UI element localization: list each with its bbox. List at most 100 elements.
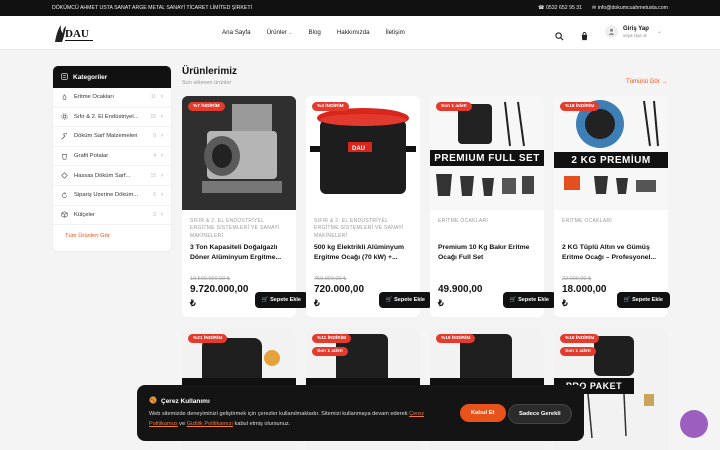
product-card[interactable]: %18 İNDİRİM 2 KG PREMİUM ERİTME OCAKLARI… bbox=[554, 96, 670, 317]
product-image[interactable]: %4 İNDİRİM DAU bbox=[306, 96, 420, 210]
search-icon[interactable] bbox=[555, 28, 564, 46]
chat-widget-button[interactable] bbox=[680, 410, 708, 438]
chevron-down-icon: ⌄ bbox=[656, 29, 662, 35]
product-image[interactable]: Son 1 adet! PREMIUM FULL SET bbox=[430, 96, 544, 210]
phone-icon: ☎ bbox=[538, 5, 546, 11]
arrow-right-icon: → bbox=[659, 79, 668, 85]
main-nav: Ana Sayfa Ürünler ⌄ Blog Hakkımızda İlet… bbox=[222, 29, 405, 36]
stock-badge: Son 1 adet! bbox=[436, 102, 472, 111]
discount-badge: %18 İNDİRİM bbox=[560, 102, 600, 111]
sidebar-title: Kategoriler bbox=[73, 73, 108, 81]
product-image-label: 2 KG PREMİUM bbox=[554, 152, 668, 168]
sidebar-item-label: Sipariş Üzerine Döküm... bbox=[74, 192, 139, 199]
company-name: DÖKÜMCÜ AHMET USTA SANAT ARGE METAL SANA… bbox=[52, 5, 252, 11]
section-title: Ürünlerimiz bbox=[182, 66, 238, 77]
add-to-cart-button[interactable]: 🛒 Sepete Ekle bbox=[378, 292, 432, 308]
nav-blog[interactable]: Blog bbox=[308, 29, 320, 36]
email-contact[interactable]: ✉ info@dokumcuahmetusta.com bbox=[592, 5, 668, 11]
add-to-cart-label: Sepete Ekle bbox=[518, 297, 549, 303]
cart-icon[interactable] bbox=[580, 28, 589, 46]
product-image-label: PREMIUM FULL SET bbox=[430, 150, 544, 166]
sidebar-item-hassas[interactable]: Hassas Döküm Sarf... 15 › bbox=[53, 166, 171, 186]
sidebar-item-grafit[interactable]: Grafit Potalar 4 › bbox=[53, 147, 171, 167]
sidebar-item-label: Döküm Sarf Malzemeleri bbox=[74, 133, 138, 140]
product-name[interactable]: 500 kg Elektrikli Alüminyum Ergitme Ocağ… bbox=[306, 241, 420, 265]
sidebar-item-count: 11 bbox=[150, 94, 156, 101]
product-name[interactable]: 3 Ton Kapasiteli Doğalgazlı Döner Alümin… bbox=[182, 241, 296, 265]
sidebar-item-endustriyel[interactable]: Sıfır & 2. El Endüstriyel... 15 › bbox=[53, 108, 171, 128]
old-price: 22.000,00 ₺ bbox=[562, 276, 592, 282]
product-card[interactable]: %4 İNDİRİM DAU SIFIR & 2. EL ENDÜSTRİYEL… bbox=[306, 96, 432, 317]
product-name[interactable]: Premium 10 Kg Bakır Eritme Ocağı Full Se… bbox=[430, 241, 544, 265]
site-logo[interactable]: DAU bbox=[52, 20, 96, 46]
phone-number: 0532 652 95 31 bbox=[545, 5, 583, 11]
user-icon bbox=[605, 25, 618, 38]
gear-icon bbox=[61, 113, 68, 121]
phone-contact[interactable]: ☎ 0532 652 95 31 bbox=[538, 5, 582, 11]
sidebar-item-eritme-ocaklari[interactable]: Eritme Ocakları 11 › bbox=[53, 88, 171, 108]
privacy-policy-link[interactable]: Gizlilik Politikamızı bbox=[187, 421, 233, 427]
add-to-cart-button[interactable]: 🛒 Sepete Ekle bbox=[616, 292, 670, 308]
sidebar-header: Kategoriler bbox=[53, 66, 171, 88]
sidebar-item-count: 4 bbox=[153, 153, 156, 160]
necessary-cookies-button[interactable]: Sadece Gerekli bbox=[508, 404, 572, 424]
product-category[interactable]: SIFIR & 2. EL ENDÜSTRİYEL ERGİTME SİSTEM… bbox=[306, 210, 420, 241]
add-to-cart-label: Sepete Ekle bbox=[270, 297, 301, 303]
add-to-cart-button[interactable]: 🛒 Sepete Ekle bbox=[502, 292, 556, 308]
sidebar-item-label: Sıfır & 2. El Endüstriyel... bbox=[74, 113, 139, 120]
electric-furnace-image: DAU bbox=[306, 96, 420, 210]
product-category[interactable]: ERİTME OCAKLARI bbox=[554, 210, 668, 241]
all-products-link[interactable]: Tüm Ürünleri Gör bbox=[53, 225, 171, 247]
sidebar-item-count: 8 bbox=[153, 133, 156, 140]
stock-badge: Son 1 adet! bbox=[312, 347, 348, 356]
category-sidebar: Kategoriler Eritme Ocakları 11 › Sıfır &… bbox=[52, 65, 172, 252]
cookie-text-1: Web sitemizde deneyiminizi geliştirmek i… bbox=[149, 411, 408, 417]
cookie-icon bbox=[149, 396, 157, 406]
old-price bbox=[430, 265, 544, 283]
cart-icon: 🛒 bbox=[623, 297, 633, 303]
product-name[interactable]: 2 KG Tüplü Altın ve Gümüş Eritme Ocağı –… bbox=[554, 241, 668, 265]
chevron-right-icon: › bbox=[161, 172, 163, 179]
sidebar-item-sarf[interactable]: Döküm Sarf Malzemeleri 8 › bbox=[53, 127, 171, 147]
nav-contact[interactable]: İletişim bbox=[386, 29, 405, 36]
top-bar: DÖKÜMCÜ AHMET USTA SANAT ARGE METAL SANA… bbox=[0, 0, 720, 16]
section-subtitle: Son eklenen ürünler bbox=[182, 80, 232, 86]
discount-badge: %21 İNDİRİM bbox=[188, 334, 228, 343]
login-title: Giriş Yap bbox=[623, 25, 649, 32]
cookie-title-row: Çerez Kullanımı bbox=[149, 396, 210, 406]
sidebar-item-label: Hassas Döküm Sarf... bbox=[74, 172, 131, 179]
cart-icon: 🛒 bbox=[261, 297, 271, 303]
logo-text: DAU bbox=[65, 28, 89, 40]
product-image[interactable]: %18 İNDİRİM 2 KG PREMİUM bbox=[554, 96, 668, 210]
discount-badge: %11 İNDİRİM bbox=[312, 334, 352, 343]
product-card[interactable]: %7 İNDİRİM SIFIR & 2. EL ENDÜSTRİYEL ERG… bbox=[182, 96, 308, 317]
login-menu[interactable]: Giriş Yap veya Üye ol ⌄ bbox=[605, 25, 662, 38]
sidebar-item-siparis[interactable]: Sipariş Üzerine Döküm... 6 › bbox=[53, 186, 171, 206]
product-category[interactable]: SIFIR & 2. EL ENDÜSTRİYEL ERGİTME SİSTEM… bbox=[182, 210, 296, 241]
cube-icon bbox=[61, 211, 68, 219]
sidebar-item-count: 15 bbox=[150, 113, 156, 120]
nav-products[interactable]: Ürünler ⌄ bbox=[267, 29, 293, 36]
old-price: 750.000,00 ₺ bbox=[314, 276, 347, 282]
chevron-right-icon: › bbox=[161, 133, 163, 140]
chevron-right-icon: › bbox=[161, 94, 163, 101]
cookie-text: Web sitemizde deneyiminizi geliştirmek i… bbox=[149, 410, 449, 429]
crucible-icon bbox=[61, 153, 68, 160]
add-to-cart-button[interactable]: 🛒 Sepete Ekle bbox=[254, 292, 308, 308]
sidebar-item-kulceler[interactable]: Külçeler 2 › bbox=[53, 206, 171, 226]
chevron-right-icon: › bbox=[161, 192, 163, 199]
cart-icon: 🛒 bbox=[385, 297, 395, 303]
cookie-text-2: ve bbox=[179, 420, 186, 427]
accept-cookies-button[interactable]: Kabul Et bbox=[460, 404, 506, 422]
nav-home[interactable]: Ana Sayfa bbox=[222, 29, 251, 36]
see-all-link[interactable]: Tümünü Gör → bbox=[626, 79, 667, 85]
add-to-cart-label: Sepete Ekle bbox=[632, 297, 663, 303]
product-image[interactable]: %7 İNDİRİM bbox=[182, 96, 296, 210]
discount-badge: %10 İNDİRİM bbox=[560, 334, 600, 343]
stock-badge: Son 1 adet! bbox=[560, 347, 596, 356]
product-card[interactable]: Son 1 adet! PREMIUM FULL SET ERİTME OCAK… bbox=[430, 96, 556, 317]
product-category[interactable]: ERİTME OCAKLARI bbox=[430, 210, 544, 241]
nav-about[interactable]: Hakkımızda bbox=[337, 29, 370, 36]
wrench-icon bbox=[61, 132, 68, 140]
old-price: 10.500.000,00 ₺ bbox=[190, 276, 231, 282]
